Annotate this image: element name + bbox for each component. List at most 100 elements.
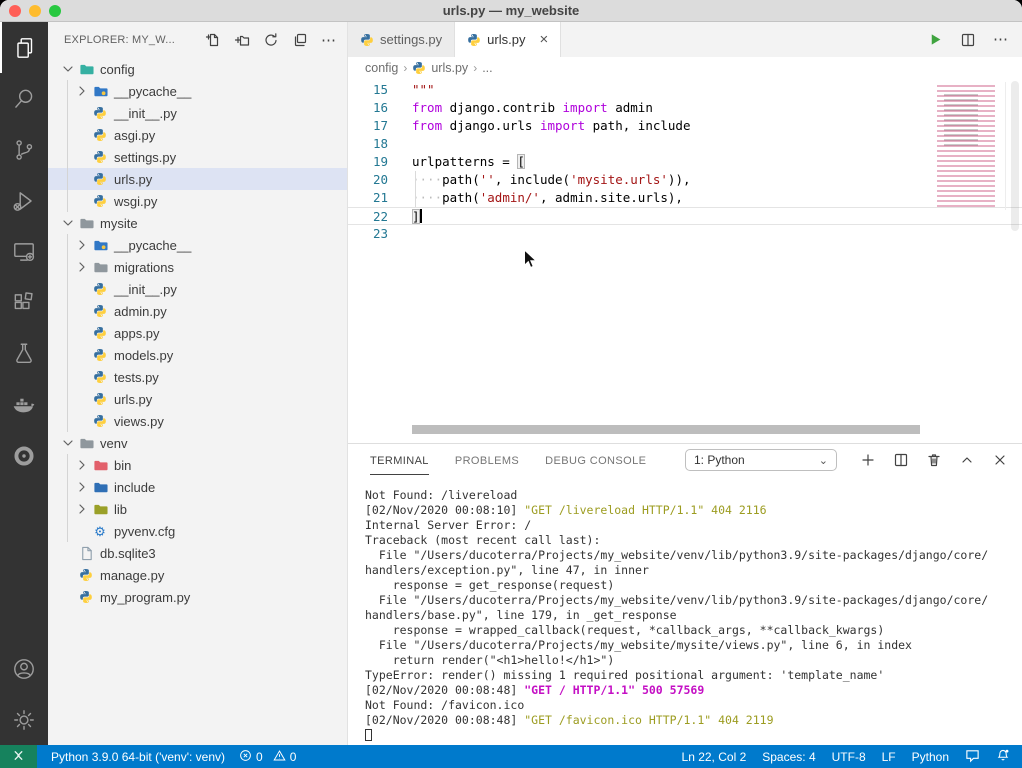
explorer-actions: ⋯ <box>205 32 337 48</box>
tree-item-label: settings.py <box>114 150 176 165</box>
shell-select-value: 1: Python <box>694 453 745 467</box>
code-line-21[interactable]: 21····path('admin/', admin.site.urls), <box>348 189 1022 207</box>
feedback-icon[interactable] <box>965 748 980 766</box>
tree-item-mysite[interactable]: mysite <box>48 212 347 234</box>
tree-item-config[interactable]: config <box>48 58 347 80</box>
notifications-bell-icon[interactable] <box>996 748 1010 765</box>
more-actions-icon[interactable]: ⋯ <box>321 33 337 48</box>
python-file-icon <box>92 391 108 407</box>
collapse-folders-icon[interactable] <box>292 32 308 48</box>
tree-item-tests-py[interactable]: tests.py <box>48 366 347 388</box>
code-line-19[interactable]: 19urlpatterns = [ <box>348 153 1022 171</box>
activity-testing-icon[interactable] <box>0 328 48 379</box>
breadcrumb-item-symbol[interactable]: ... <box>482 61 492 75</box>
remote-indicator[interactable] <box>0 745 37 768</box>
code-line-18[interactable]: 18 <box>348 135 1022 153</box>
problems-status[interactable]: 0 0 <box>239 749 296 765</box>
python-file-icon <box>92 149 108 165</box>
window-title: urls.py — my_website <box>0 3 1022 18</box>
python-interpreter-status[interactable]: Python 3.9.0 64-bit ('venv': venv) <box>51 750 225 764</box>
tree-item-settings-py[interactable]: settings.py <box>48 146 347 168</box>
minimap[interactable] <box>934 82 1006 210</box>
code-editor[interactable]: 15"""16from django.contrib import admin1… <box>348 79 1022 443</box>
tree-item-bin[interactable]: bin <box>48 454 347 476</box>
tree-item-views-py[interactable]: views.py <box>48 410 347 432</box>
editor-horizontal-scrollbar[interactable] <box>412 425 920 434</box>
file-icon <box>78 545 94 561</box>
tab-problems[interactable]: PROBLEMS <box>455 446 519 475</box>
split-terminal-icon[interactable] <box>893 452 909 468</box>
terminal-line: handlers/exception.py", line 47, in inne… <box>365 563 1022 578</box>
terminal-line: [02/Nov/2020 00:08:48] "GET /favicon.ico… <box>365 713 1022 728</box>
eol-status[interactable]: LF <box>882 750 896 764</box>
code-line-16[interactable]: 16from django.contrib import admin <box>348 99 1022 117</box>
activity-source-control-icon[interactable] <box>0 124 48 175</box>
tree-item-lib[interactable]: lib <box>48 498 347 520</box>
editor-more-actions-icon[interactable]: ⋯ <box>993 32 1009 47</box>
new-file-icon[interactable] <box>205 32 221 48</box>
cursor-position-status[interactable]: Ln 22, Col 2 <box>682 750 747 764</box>
tree-item-my-program-py[interactable]: my_program.py <box>48 586 347 608</box>
terminal-shell-select[interactable]: 1: Python ⌄ <box>685 449 837 471</box>
activity-remote-explorer-icon[interactable] <box>0 226 48 277</box>
tree-item-db-sqlite3[interactable]: db.sqlite3 <box>48 542 347 564</box>
tree-item-models-py[interactable]: models.py <box>48 344 347 366</box>
code-line-22[interactable]: 22] <box>348 207 1022 225</box>
tree-item-urls-py[interactable]: urls.py <box>48 168 347 190</box>
tree-item-pyvenv-cfg[interactable]: ⚙pyvenv.cfg <box>48 520 347 542</box>
tree-item-venv[interactable]: venv <box>48 432 347 454</box>
tree-item-asgi-py[interactable]: asgi.py <box>48 124 347 146</box>
code-line-20[interactable]: 20····path('', include('mysite.urls')), <box>348 171 1022 189</box>
folder-icon <box>78 61 94 77</box>
activity-run-debug-icon[interactable] <box>0 175 48 226</box>
language-mode-status[interactable]: Python <box>912 750 949 764</box>
editor-vertical-scrollbar[interactable] <box>1008 79 1022 443</box>
activity-account-icon[interactable] <box>0 643 48 694</box>
tree-item-label: pyvenv.cfg <box>114 524 175 539</box>
close-tab-icon[interactable]: × <box>539 32 548 47</box>
tree-item-admin-py[interactable]: admin.py <box>48 300 347 322</box>
tree-item-init-py[interactable]: __init__.py <box>48 278 347 300</box>
code-line-23[interactable]: 23 <box>348 225 1022 243</box>
tree-item-manage-py[interactable]: manage.py <box>48 564 347 586</box>
tree-item-pycache[interactable]: __pycache__ <box>48 80 347 102</box>
tree-item-migrations[interactable]: migrations <box>48 256 347 278</box>
encoding-status[interactable]: UTF-8 <box>832 750 866 764</box>
indentation-status[interactable]: Spaces: 4 <box>762 750 815 764</box>
activity-docker-icon[interactable] <box>0 379 48 430</box>
tab-debug-console[interactable]: DEBUG CONSOLE <box>545 446 646 475</box>
terminal-output[interactable]: Not Found: /livereload[02/Nov/2020 00:08… <box>348 476 1022 743</box>
breadcrumb-item-urls-py[interactable]: urls.py <box>431 61 468 75</box>
kill-terminal-icon[interactable] <box>926 452 942 468</box>
refresh-icon[interactable] <box>263 32 279 48</box>
new-terminal-icon[interactable] <box>860 452 876 468</box>
run-python-file-icon[interactable] <box>928 32 943 47</box>
editor-group: settings.py urls.py × ⋯ config › urls.py… <box>348 22 1022 745</box>
tab-settings-py[interactable]: settings.py <box>348 22 455 57</box>
tab-terminal[interactable]: TERMINAL <box>370 446 429 475</box>
line-number: 17 <box>348 117 412 135</box>
tree-item-init-py[interactable]: __init__.py <box>48 102 347 124</box>
activity-search-icon[interactable] <box>0 73 48 124</box>
split-editor-icon[interactable] <box>960 32 976 48</box>
chevron-down-icon <box>60 435 76 451</box>
tree-item-wsgi-py[interactable]: wsgi.py <box>48 190 347 212</box>
new-folder-icon[interactable] <box>234 32 250 48</box>
folder-icon <box>92 457 108 473</box>
tab-urls-py[interactable]: urls.py × <box>455 22 561 57</box>
python-file-icon <box>360 33 374 47</box>
activity-extensions-icon[interactable] <box>0 277 48 328</box>
tree-item-urls-py[interactable]: urls.py <box>48 388 347 410</box>
breadcrumb-item-config[interactable]: config <box>365 61 398 75</box>
tree-item-label: db.sqlite3 <box>100 546 156 561</box>
code-line-15[interactable]: 15""" <box>348 81 1022 99</box>
code-line-17[interactable]: 17from django.urls import path, include <box>348 117 1022 135</box>
maximize-panel-icon[interactable] <box>959 452 975 468</box>
activity-extension-badge-icon[interactable] <box>0 430 48 481</box>
tree-item-include[interactable]: include <box>48 476 347 498</box>
activity-settings-icon[interactable] <box>0 694 48 745</box>
close-panel-icon[interactable] <box>992 452 1008 468</box>
tree-item-apps-py[interactable]: apps.py <box>48 322 347 344</box>
activity-explorer-icon[interactable] <box>0 22 48 73</box>
tree-item-pycache[interactable]: __pycache__ <box>48 234 347 256</box>
